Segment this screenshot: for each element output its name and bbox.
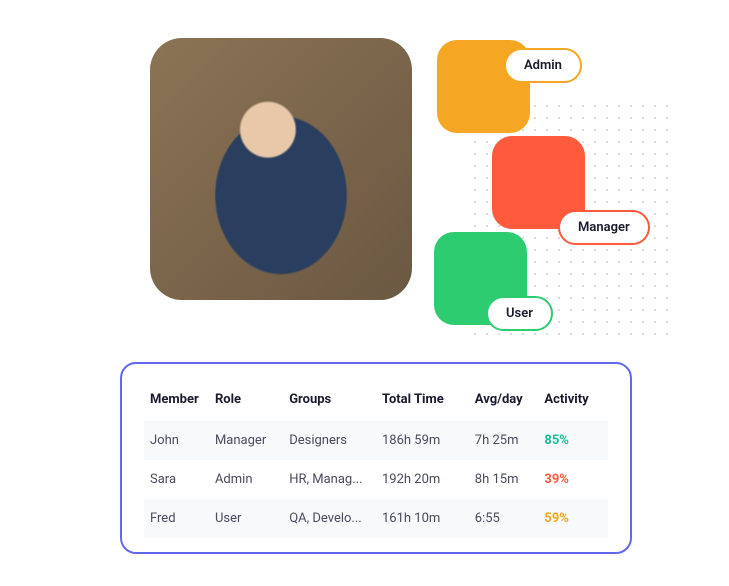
table-header-row: Member Role Groups Total Time Avg/day Ac… <box>144 384 608 421</box>
manager-badge: Manager <box>558 210 650 245</box>
cell-member: Sara <box>144 460 209 499</box>
cell-groups: QA, Develo... <box>283 499 376 538</box>
header-total-time: Total Time <box>376 384 469 421</box>
cell-groups: Designers <box>283 421 376 460</box>
cell-activity: 59% <box>538 499 608 538</box>
cell-total-time: 161h 10m <box>376 499 469 538</box>
cell-activity: 85% <box>538 421 608 460</box>
cell-total-time: 186h 59m <box>376 421 469 460</box>
cell-avg-day: 7h 25m <box>469 421 539 460</box>
table-row[interactable]: Fred User QA, Develo... 161h 10m 6:55 59… <box>144 499 608 538</box>
cell-avg-day: 6:55 <box>469 499 539 538</box>
cell-role: Admin <box>209 460 283 499</box>
main-user-avatar <box>150 38 412 300</box>
table-row[interactable]: John Manager Designers 186h 59m 7h 25m 8… <box>144 421 608 460</box>
header-role: Role <box>209 384 283 421</box>
cell-total-time: 192h 20m <box>376 460 469 499</box>
cell-groups: HR, Manag... <box>283 460 376 499</box>
header-groups: Groups <box>283 384 376 421</box>
header-activity: Activity <box>538 384 608 421</box>
cell-role: User <box>209 499 283 538</box>
cell-role: Manager <box>209 421 283 460</box>
table-row[interactable]: Sara Admin HR, Manag... 192h 20m 8h 15m … <box>144 460 608 499</box>
user-badge: User <box>486 296 553 331</box>
cell-member: Fred <box>144 499 209 538</box>
members-table-container: Member Role Groups Total Time Avg/day Ac… <box>120 362 632 554</box>
cell-activity: 39% <box>538 460 608 499</box>
cell-avg-day: 8h 15m <box>469 460 539 499</box>
cell-member: John <box>144 421 209 460</box>
members-table: Member Role Groups Total Time Avg/day Ac… <box>144 384 608 538</box>
admin-badge: Admin <box>504 48 582 83</box>
header-member: Member <box>144 384 209 421</box>
header-avg-day: Avg/day <box>469 384 539 421</box>
